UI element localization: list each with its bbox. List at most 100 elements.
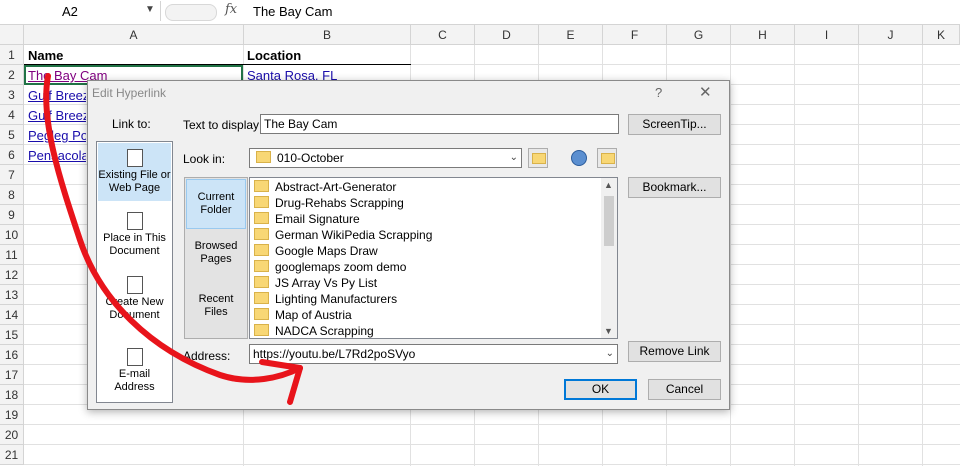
open-folder-icon bbox=[601, 153, 615, 164]
cell-a5[interactable]: Pegleg Po bbox=[28, 126, 86, 146]
column-header-h[interactable]: H bbox=[731, 25, 795, 45]
link-to-existing-file[interactable]: Existing File or Web Page bbox=[98, 143, 171, 201]
row-header[interactable]: 10 bbox=[0, 225, 24, 245]
row-header[interactable]: 18 bbox=[0, 385, 24, 405]
cancel-button[interactable]: Cancel bbox=[648, 379, 721, 400]
folder-icon bbox=[254, 228, 269, 240]
column-header-i[interactable]: I bbox=[795, 25, 859, 45]
name-box-value[interactable]: A2 bbox=[62, 4, 78, 19]
list-item[interactable]: German WikiPedia Scrapping bbox=[254, 227, 432, 243]
ok-button[interactable]: OK bbox=[564, 379, 637, 400]
row-header[interactable]: 5 bbox=[0, 125, 24, 145]
document-place-icon bbox=[126, 212, 143, 230]
row-header[interactable]: 15 bbox=[0, 325, 24, 345]
column-header-k[interactable]: K bbox=[923, 25, 960, 45]
row-header[interactable]: 7 bbox=[0, 165, 24, 185]
bookmark-button[interactable]: Bookmark... bbox=[628, 177, 721, 198]
web-page-icon bbox=[126, 149, 143, 167]
list-item[interactable]: JS Array Vs Py List bbox=[254, 275, 377, 291]
link-to-create-new-document[interactable]: Create New Document bbox=[98, 276, 171, 326]
scroll-down-icon[interactable]: ▼ bbox=[604, 326, 613, 336]
row-header[interactable]: 19 bbox=[0, 405, 24, 425]
folder-icon bbox=[254, 276, 269, 288]
tab-current-folder[interactable]: Current Folder bbox=[186, 179, 246, 229]
folder-icon bbox=[254, 196, 269, 208]
edit-hyperlink-dialog: Edit Hyperlink ? ✕ Link to: Existing Fil… bbox=[87, 80, 730, 410]
column-header-e[interactable]: E bbox=[539, 25, 603, 45]
list-item[interactable]: Abstract-Art-Generator bbox=[254, 179, 396, 195]
address-value: https://youtu.be/L7Rd2poSVyo bbox=[253, 347, 416, 361]
list-item[interactable]: Email Signature bbox=[254, 211, 360, 227]
text-to-display-input[interactable]: The Bay Cam bbox=[260, 114, 619, 134]
address-input[interactable]: https://youtu.be/L7Rd2poSVyo ⌄ bbox=[249, 344, 618, 364]
list-item[interactable]: NADCA Scrapping bbox=[254, 323, 374, 338]
row-header[interactable]: 3 bbox=[0, 85, 24, 105]
link-to-existing-file-label: Existing File or Web Page bbox=[98, 169, 171, 194]
screentip-button[interactable]: ScreenTip... bbox=[628, 114, 721, 135]
cell-a6[interactable]: Pensacola bbox=[28, 146, 86, 166]
row-header[interactable]: 6 bbox=[0, 145, 24, 165]
file-list-scrollbar[interactable]: ▲ ▼ bbox=[601, 178, 617, 338]
formula-input[interactable]: The Bay Cam bbox=[253, 4, 332, 19]
column-header-c[interactable]: C bbox=[411, 25, 475, 45]
column-header-g[interactable]: G bbox=[667, 25, 731, 45]
folder-icon bbox=[254, 308, 269, 320]
folder-icon bbox=[256, 151, 271, 163]
column-header-b[interactable]: B bbox=[244, 25, 411, 45]
column-header-a[interactable]: A bbox=[24, 25, 244, 45]
row-header[interactable]: 13 bbox=[0, 285, 24, 305]
row-header[interactable]: 21 bbox=[0, 445, 24, 465]
insert-function-icon[interactable]: fx bbox=[225, 2, 237, 17]
row-header[interactable]: 11 bbox=[0, 245, 24, 265]
name-box[interactable]: A2 ▼ bbox=[0, 1, 161, 21]
folder-icon bbox=[254, 260, 269, 272]
chevron-down-icon[interactable]: ⌄ bbox=[606, 345, 614, 363]
browse-file-button[interactable] bbox=[597, 148, 617, 168]
row-header[interactable]: 14 bbox=[0, 305, 24, 325]
link-to-panel: Existing File or Web Page Place in This … bbox=[96, 141, 173, 403]
tab-recent-files[interactable]: Recent Files bbox=[186, 293, 246, 333]
select-all-corner[interactable] bbox=[0, 25, 24, 45]
row-header[interactable]: 4 bbox=[0, 105, 24, 125]
tab-browsed-pages[interactable]: Browsed Pages bbox=[186, 240, 246, 280]
formula-bar-splitter[interactable] bbox=[165, 4, 217, 21]
close-button[interactable]: ✕ bbox=[699, 83, 712, 101]
list-item[interactable]: Map of Austria bbox=[254, 307, 352, 323]
row-header[interactable]: 20 bbox=[0, 425, 24, 445]
link-to-email-address[interactable]: E-mail Address bbox=[98, 348, 171, 393]
cell-a1[interactable]: Name bbox=[28, 46, 240, 66]
cell-b1[interactable]: Location bbox=[247, 46, 407, 66]
scroll-up-icon[interactable]: ▲ bbox=[604, 180, 613, 190]
list-item[interactable]: Google Maps Draw bbox=[254, 243, 378, 259]
column-header-d[interactable]: D bbox=[475, 25, 539, 45]
folder-icon bbox=[254, 180, 269, 192]
row-header[interactable]: 16 bbox=[0, 345, 24, 365]
name-box-dropdown-icon[interactable]: ▼ bbox=[145, 4, 155, 15]
row-header[interactable]: 1 bbox=[0, 45, 24, 65]
file-list[interactable]: Abstract-Art-Generator Drug-Rehabs Scrap… bbox=[249, 177, 618, 339]
list-item[interactable]: googlemaps zoom demo bbox=[254, 259, 406, 275]
chevron-down-icon[interactable]: ⌄ bbox=[510, 149, 518, 167]
row-header[interactable]: 9 bbox=[0, 205, 24, 225]
browse-web-button[interactable] bbox=[569, 148, 589, 168]
look-in-select[interactable]: 010-October ⌄ bbox=[249, 148, 522, 168]
link-to-place-in-document[interactable]: Place in This Document bbox=[98, 212, 171, 262]
list-item[interactable]: Drug-Rehabs Scrapping bbox=[254, 195, 404, 211]
remove-link-button[interactable]: Remove Link bbox=[628, 341, 721, 362]
cell-a4[interactable]: Gulf Breez bbox=[28, 106, 86, 126]
email-icon bbox=[126, 348, 143, 366]
dialog-title: Edit Hyperlink bbox=[92, 86, 167, 100]
link-to-label: Link to: bbox=[112, 117, 151, 131]
row-header[interactable]: 8 bbox=[0, 185, 24, 205]
up-folder-button[interactable] bbox=[528, 148, 548, 168]
cell-a3[interactable]: Gulf Breez bbox=[28, 86, 86, 106]
column-header-f[interactable]: F bbox=[603, 25, 667, 45]
row-header[interactable]: 17 bbox=[0, 365, 24, 385]
row-header[interactable]: 2 bbox=[0, 65, 24, 85]
list-item[interactable]: Lighting Manufacturers bbox=[254, 291, 397, 307]
column-header-j[interactable]: J bbox=[859, 25, 923, 45]
scroll-thumb[interactable] bbox=[604, 196, 614, 246]
text-to-display-label: Text to display: bbox=[183, 118, 263, 132]
help-button[interactable]: ? bbox=[655, 85, 662, 100]
row-header[interactable]: 12 bbox=[0, 265, 24, 285]
